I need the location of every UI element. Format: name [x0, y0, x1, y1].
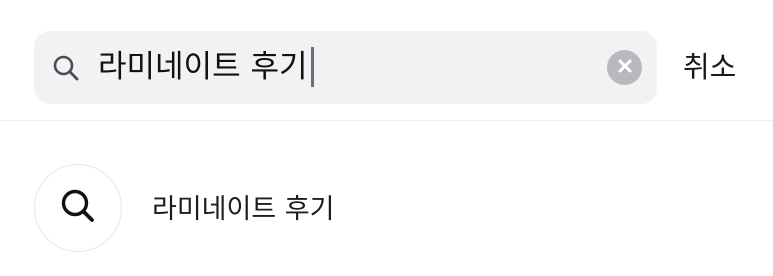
search-icon	[58, 186, 98, 230]
close-icon	[616, 57, 634, 79]
suggestion-list-item[interactable]: 라미네이트 후기	[0, 121, 773, 276]
search-input[interactable]: 라미네이트 후기	[34, 31, 657, 104]
suggestion-label: 라미네이트 후기	[152, 194, 335, 225]
suggestion-search-icon-container	[34, 164, 122, 252]
text-caret	[310, 47, 314, 87]
search-icon	[52, 54, 80, 82]
clear-search-button[interactable]	[607, 50, 642, 85]
search-screen: 라미네이트 후기 취소 라미네이트 후기	[0, 0, 773, 276]
search-query-text[interactable]: 라미네이트 후기	[98, 44, 314, 90]
search-header: 라미네이트 후기 취소	[0, 0, 773, 121]
cancel-button[interactable]: 취소	[683, 45, 736, 89]
search-query-value: 라미네이트 후기	[98, 49, 308, 85]
